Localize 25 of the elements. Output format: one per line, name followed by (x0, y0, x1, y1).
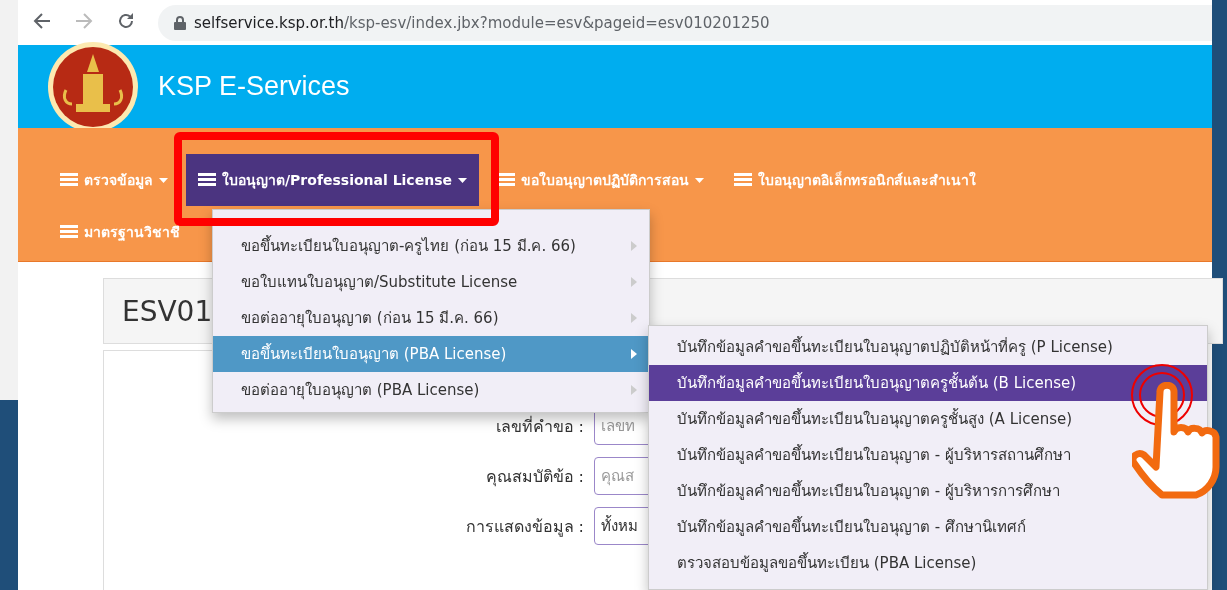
address-bar[interactable]: selfservice.ksp.or.th/ksp-esv/index.jbx?module=esv&pageid=esv010201250 (158, 4, 1212, 41)
lock-icon (174, 15, 186, 30)
menu-item[interactable]: ขอต่ออายุใบอนุญาต (PBA License) (213, 372, 649, 408)
submenu-arrow-icon (631, 277, 637, 287)
field-label: คุณสมบัติข้อ : (484, 465, 584, 489)
url-path: /ksp-esv/index.jbx?module=esv&pageid=esv010201250 (343, 13, 770, 32)
field-label: เลขที่คำขอ : (494, 415, 584, 438)
field-label: การแสดงข้อมูล : (464, 515, 584, 539)
list-icon (60, 173, 78, 187)
list-icon (733, 173, 752, 187)
submenu-arrow-icon (631, 313, 637, 323)
list-icon (496, 173, 515, 187)
menu-item[interactable]: ขอต่ออายุใบอนุญาต (ก่อน 15 มี.ค. 66) (213, 300, 649, 336)
menu-item[interactable]: ขอขึ้นทะเบียนใบอนุญาต-ครูไทย (ก่อน 15 มี.ค. 66) (213, 228, 649, 264)
menu-item[interactable]: ตรวจสอบข้อมูลขอขึ้นทะเบียน (PBA License) (649, 545, 1207, 581)
click-ripple-icon (1130, 363, 1194, 427)
submenu-arrow-icon (631, 241, 637, 251)
submenu-arrow-icon (631, 385, 637, 395)
submenu-arrow-icon (631, 349, 637, 359)
site-title: KSP E-Services (158, 71, 350, 102)
url-host: selfservice.ksp.or.th (194, 13, 344, 32)
menu-item[interactable]: บันทึกข้อมูลคำขอขึ้นทะเบียนใบอนุญาตครูชั้นต้น (B License) (649, 365, 1207, 401)
list-icon (60, 225, 78, 239)
nav-menu-item[interactable]: ใบอนุญาต/Professional License (186, 154, 479, 206)
list-icon (198, 173, 216, 187)
